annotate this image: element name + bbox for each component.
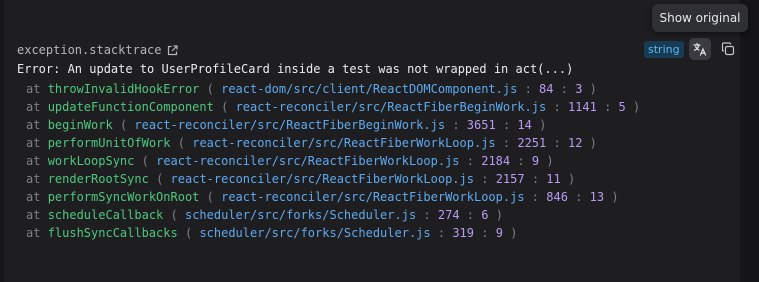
- line-number: 2184: [481, 154, 511, 168]
- type-badge: string: [644, 41, 684, 58]
- stack-frame: at updateFunctionComponent ( react-recon…: [26, 100, 641, 114]
- stack-frame: at performUnitOfWork ( react-reconciler/…: [26, 136, 597, 150]
- function-name: throwInvalidHookError: [47, 82, 200, 96]
- file-link[interactable]: scheduler/src/forks/Scheduler.js: [199, 226, 430, 240]
- function-name: performSyncWorkOnRoot: [47, 190, 200, 204]
- show-original-tooltip: Show original: [652, 4, 748, 32]
- column-number: 9: [531, 154, 540, 168]
- file-link[interactable]: scheduler/src/forks/Scheduler.js: [185, 208, 416, 222]
- file-link[interactable]: react-reconciler/src/ReactFiberBeginWork…: [236, 100, 547, 114]
- function-name: updateFunctionComponent: [47, 100, 214, 114]
- line-number: 2251: [517, 136, 547, 150]
- line-number: 1141: [567, 100, 597, 114]
- stack-frames: at throwInvalidHookError ( react-dom/src…: [26, 80, 640, 242]
- file-link[interactable]: react-reconciler/src/ReactFiberBeginWork…: [134, 118, 445, 132]
- column-number: 12: [567, 136, 583, 150]
- file-link[interactable]: react-dom/src/client/ReactDOMComponent.j…: [221, 82, 517, 96]
- at-keyword: at: [26, 136, 41, 150]
- function-name: scheduleCallback: [47, 208, 164, 222]
- line-number: 2157: [495, 172, 525, 186]
- line-number: 274: [437, 208, 460, 222]
- copy-icon: [721, 42, 735, 56]
- stack-frame: at workLoopSync ( react-reconciler/src/R…: [26, 154, 554, 168]
- function-name: performUnitOfWork: [47, 136, 171, 150]
- at-keyword: at: [26, 100, 41, 114]
- column-number: 11: [546, 172, 561, 186]
- at-keyword: at: [26, 154, 41, 168]
- translate-icon: [693, 42, 707, 56]
- file-link[interactable]: react-reconciler/src/ReactFiberWorkLoop.…: [171, 172, 474, 186]
- column-number: 5: [618, 100, 626, 114]
- column-number: 9: [495, 226, 503, 240]
- file-link[interactable]: react-reconciler/src/ReactFiberWorkLoop.…: [156, 154, 459, 168]
- line-number: 84: [539, 82, 554, 96]
- function-name: renderRootSync: [47, 172, 149, 186]
- field-header: exception.stacktrace: [17, 42, 178, 58]
- function-name: workLoopSync: [47, 154, 135, 168]
- translate-button[interactable]: [689, 38, 711, 60]
- at-keyword: at: [26, 118, 41, 132]
- file-link[interactable]: react-reconciler/src/ReactFiberWorkLoop.…: [192, 136, 495, 150]
- at-keyword: at: [26, 82, 41, 96]
- stack-frame: at renderRootSync ( react-reconciler/src…: [26, 172, 576, 186]
- column-number: 6: [481, 208, 489, 222]
- at-keyword: at: [26, 208, 41, 222]
- function-name: beginWork: [47, 118, 113, 132]
- stack-frame: at performSyncWorkOnRoot ( react-reconci…: [26, 190, 619, 204]
- file-link[interactable]: react-reconciler/src/ReactFiberWorkLoop.…: [221, 190, 524, 204]
- stack-frame: at throwInvalidHookError ( react-dom/src…: [26, 82, 597, 96]
- function-name: flushSyncCallbacks: [47, 226, 178, 240]
- column-number: 14: [517, 118, 532, 132]
- stack-frame: at scheduleCallback ( scheduler/src/fork…: [26, 208, 503, 222]
- copy-button[interactable]: [717, 38, 739, 60]
- line-number: 3651: [466, 118, 496, 132]
- error-message: Error: An update to UserProfileCard insi…: [17, 62, 574, 76]
- stack-frame: at flushSyncCallbacks ( scheduler/src/fo…: [26, 226, 518, 240]
- at-keyword: at: [26, 226, 41, 240]
- column-number: 3: [575, 82, 583, 96]
- external-link-icon[interactable]: [167, 44, 178, 56]
- field-name: exception.stacktrace: [17, 43, 162, 57]
- line-number: 846: [546, 190, 568, 204]
- stack-frame: at beginWork ( react-reconciler/src/Reac…: [26, 118, 547, 132]
- at-keyword: at: [26, 172, 41, 186]
- at-keyword: at: [26, 190, 41, 204]
- column-number: 13: [589, 190, 605, 204]
- line-number: 319: [452, 226, 475, 240]
